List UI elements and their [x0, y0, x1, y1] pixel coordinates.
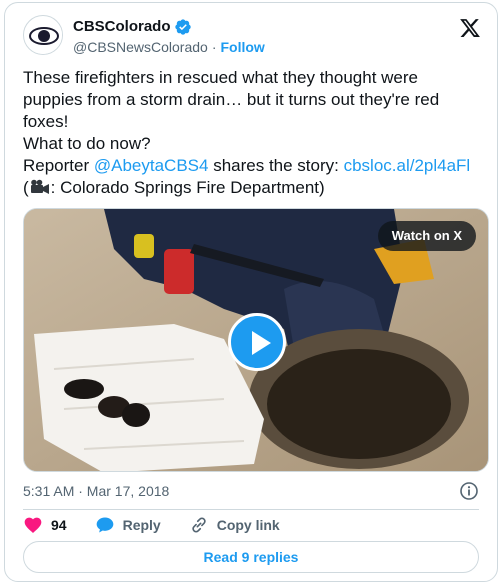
- credit-text: : Colorado Springs Fire Department): [50, 178, 325, 197]
- open-paren: (: [23, 178, 29, 197]
- action-bar: 94 Reply Copy link: [23, 513, 308, 537]
- tweet-header: CBSColorado @CBSNewsColorado · Follow: [23, 15, 483, 59]
- tweet-line: puppies from a storm drain… but it turns…: [23, 90, 440, 109]
- movie-camera-icon: [30, 179, 49, 194]
- like-button[interactable]: 94: [23, 515, 67, 535]
- read-replies-button[interactable]: Read 9 replies: [23, 541, 479, 573]
- tweet-line: These firefighters in rescued what they …: [23, 68, 418, 87]
- display-name[interactable]: CBSColorado: [73, 17, 171, 36]
- shares-text: shares the story:: [208, 156, 344, 175]
- like-count: 94: [51, 517, 67, 533]
- timestamp[interactable]: 5:31 AM · Mar 17, 2018: [23, 483, 169, 499]
- tweet-meta: 5:31 AM · Mar 17, 2018: [23, 481, 479, 501]
- cbs-eye-logo-icon: [25, 17, 62, 54]
- reply-bubble-icon: [96, 517, 113, 533]
- tweet-text: These firefighters in rescued what they …: [23, 67, 489, 199]
- avatar[interactable]: [23, 15, 63, 55]
- divider: [23, 509, 479, 510]
- mention-link[interactable]: @AbeytaCBS4: [94, 156, 209, 175]
- watch-on-x-button[interactable]: Watch on X: [377, 221, 476, 251]
- video-player[interactable]: Watch on X: [23, 208, 489, 472]
- tweet-line: foxes!: [23, 112, 69, 131]
- play-icon: [252, 331, 271, 355]
- name-row: CBSColorado: [73, 17, 192, 36]
- handle[interactable]: @CBSNewsColorado: [73, 38, 208, 56]
- reply-button[interactable]: Reply: [95, 515, 161, 535]
- story-link[interactable]: cbsloc.al/2pl4aFl: [344, 156, 471, 175]
- tweet-line: Reporter @AbeytaCBS4 shares the story: c…: [23, 155, 489, 177]
- tweet-line: What to do now?: [23, 134, 151, 153]
- play-button[interactable]: [228, 313, 286, 371]
- reply-label: Reply: [122, 517, 161, 533]
- tweet-line: ( : Colorado Springs Fire Department): [23, 177, 489, 199]
- follow-button[interactable]: Follow: [221, 38, 265, 56]
- link-icon: [192, 517, 206, 533]
- handle-row: @CBSNewsColorado · Follow: [73, 38, 265, 56]
- info-icon[interactable]: [459, 481, 479, 501]
- verified-badge-icon: [174, 18, 191, 35]
- x-logo-icon[interactable]: [459, 17, 481, 39]
- heart-icon: [24, 517, 42, 533]
- copy-link-button[interactable]: Copy link: [189, 515, 280, 535]
- reporter-prefix: Reporter: [23, 156, 94, 175]
- tweet-card: CBSColorado @CBSNewsColorado · Follow Th…: [4, 2, 498, 582]
- separator-dot: ·: [211, 39, 217, 55]
- copy-link-label: Copy link: [216, 517, 280, 533]
